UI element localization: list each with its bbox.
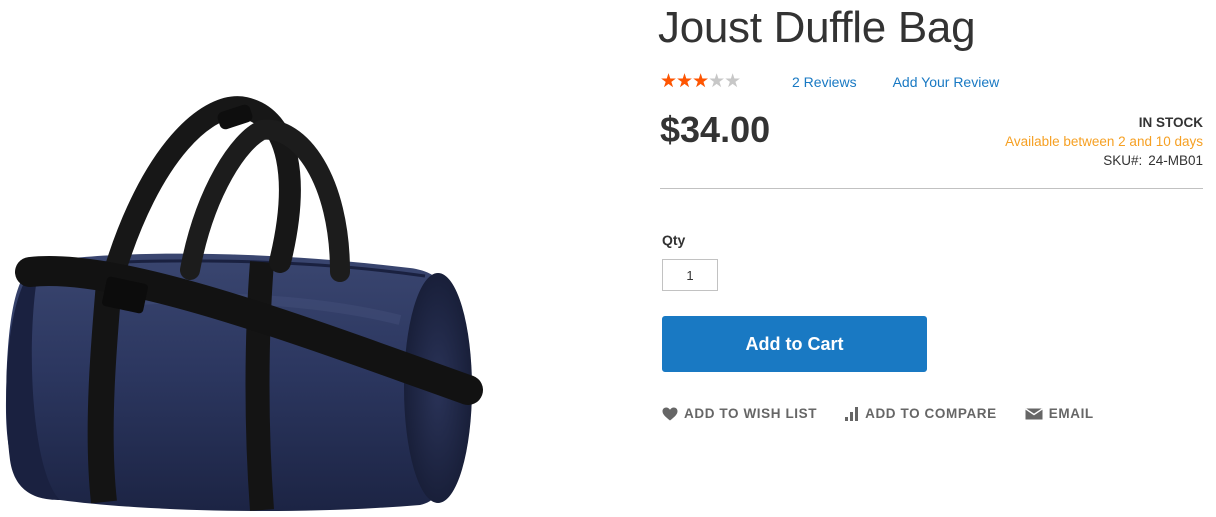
product-social-links: Add to Wish List Add to Compare [662, 406, 1094, 421]
add-review-link[interactable]: Add Your Review [893, 74, 1000, 90]
add-to-wishlist-link[interactable]: Add to Wish List [662, 406, 817, 421]
reviews-summary: ★★★★★ ★★★★★ 2 Reviews Add Your Review [660, 72, 999, 92]
rating-stars-filled: ★★★★★ [660, 72, 708, 92]
sku-row: SKU#: 24-MB01 [1005, 151, 1203, 170]
email-label: Email [1048, 406, 1094, 421]
product-image [0, 0, 500, 517]
wishlist-label: Add to Wish List [684, 406, 818, 421]
add-to-compare-link[interactable]: Add to Compare [845, 406, 997, 421]
heart-icon [662, 407, 678, 421]
add-to-cart-button[interactable]: Add to Cart [662, 316, 927, 372]
product-title: Joust Duffle Bag [658, 3, 976, 52]
email-link[interactable]: Email [1024, 406, 1094, 421]
reviews-count-link[interactable]: 2 Reviews [792, 74, 857, 90]
duffle-bag-image [5, 96, 483, 512]
qty-input[interactable] [662, 259, 718, 291]
qty-label: Qty [662, 232, 686, 248]
product-page: Joust Duffle Bag ★★★★★ ★★★★★ 2 Reviews A… [0, 0, 1216, 517]
availability-text: Available between 2 and 10 days [1005, 134, 1203, 149]
compare-label: Add to Compare [865, 406, 997, 421]
bar-chart-icon [845, 406, 859, 421]
rating-stars: ★★★★★ ★★★★★ [660, 72, 756, 92]
stock-info: In stock Available between 2 and 10 days… [1005, 113, 1203, 170]
envelope-icon [1024, 407, 1043, 420]
stock-status: In stock [1138, 115, 1203, 130]
sku-label: SKU#: [1103, 153, 1143, 168]
product-price: $34.00 [660, 109, 771, 150]
divider [660, 188, 1203, 189]
sku-value: 24-MB01 [1148, 153, 1203, 168]
